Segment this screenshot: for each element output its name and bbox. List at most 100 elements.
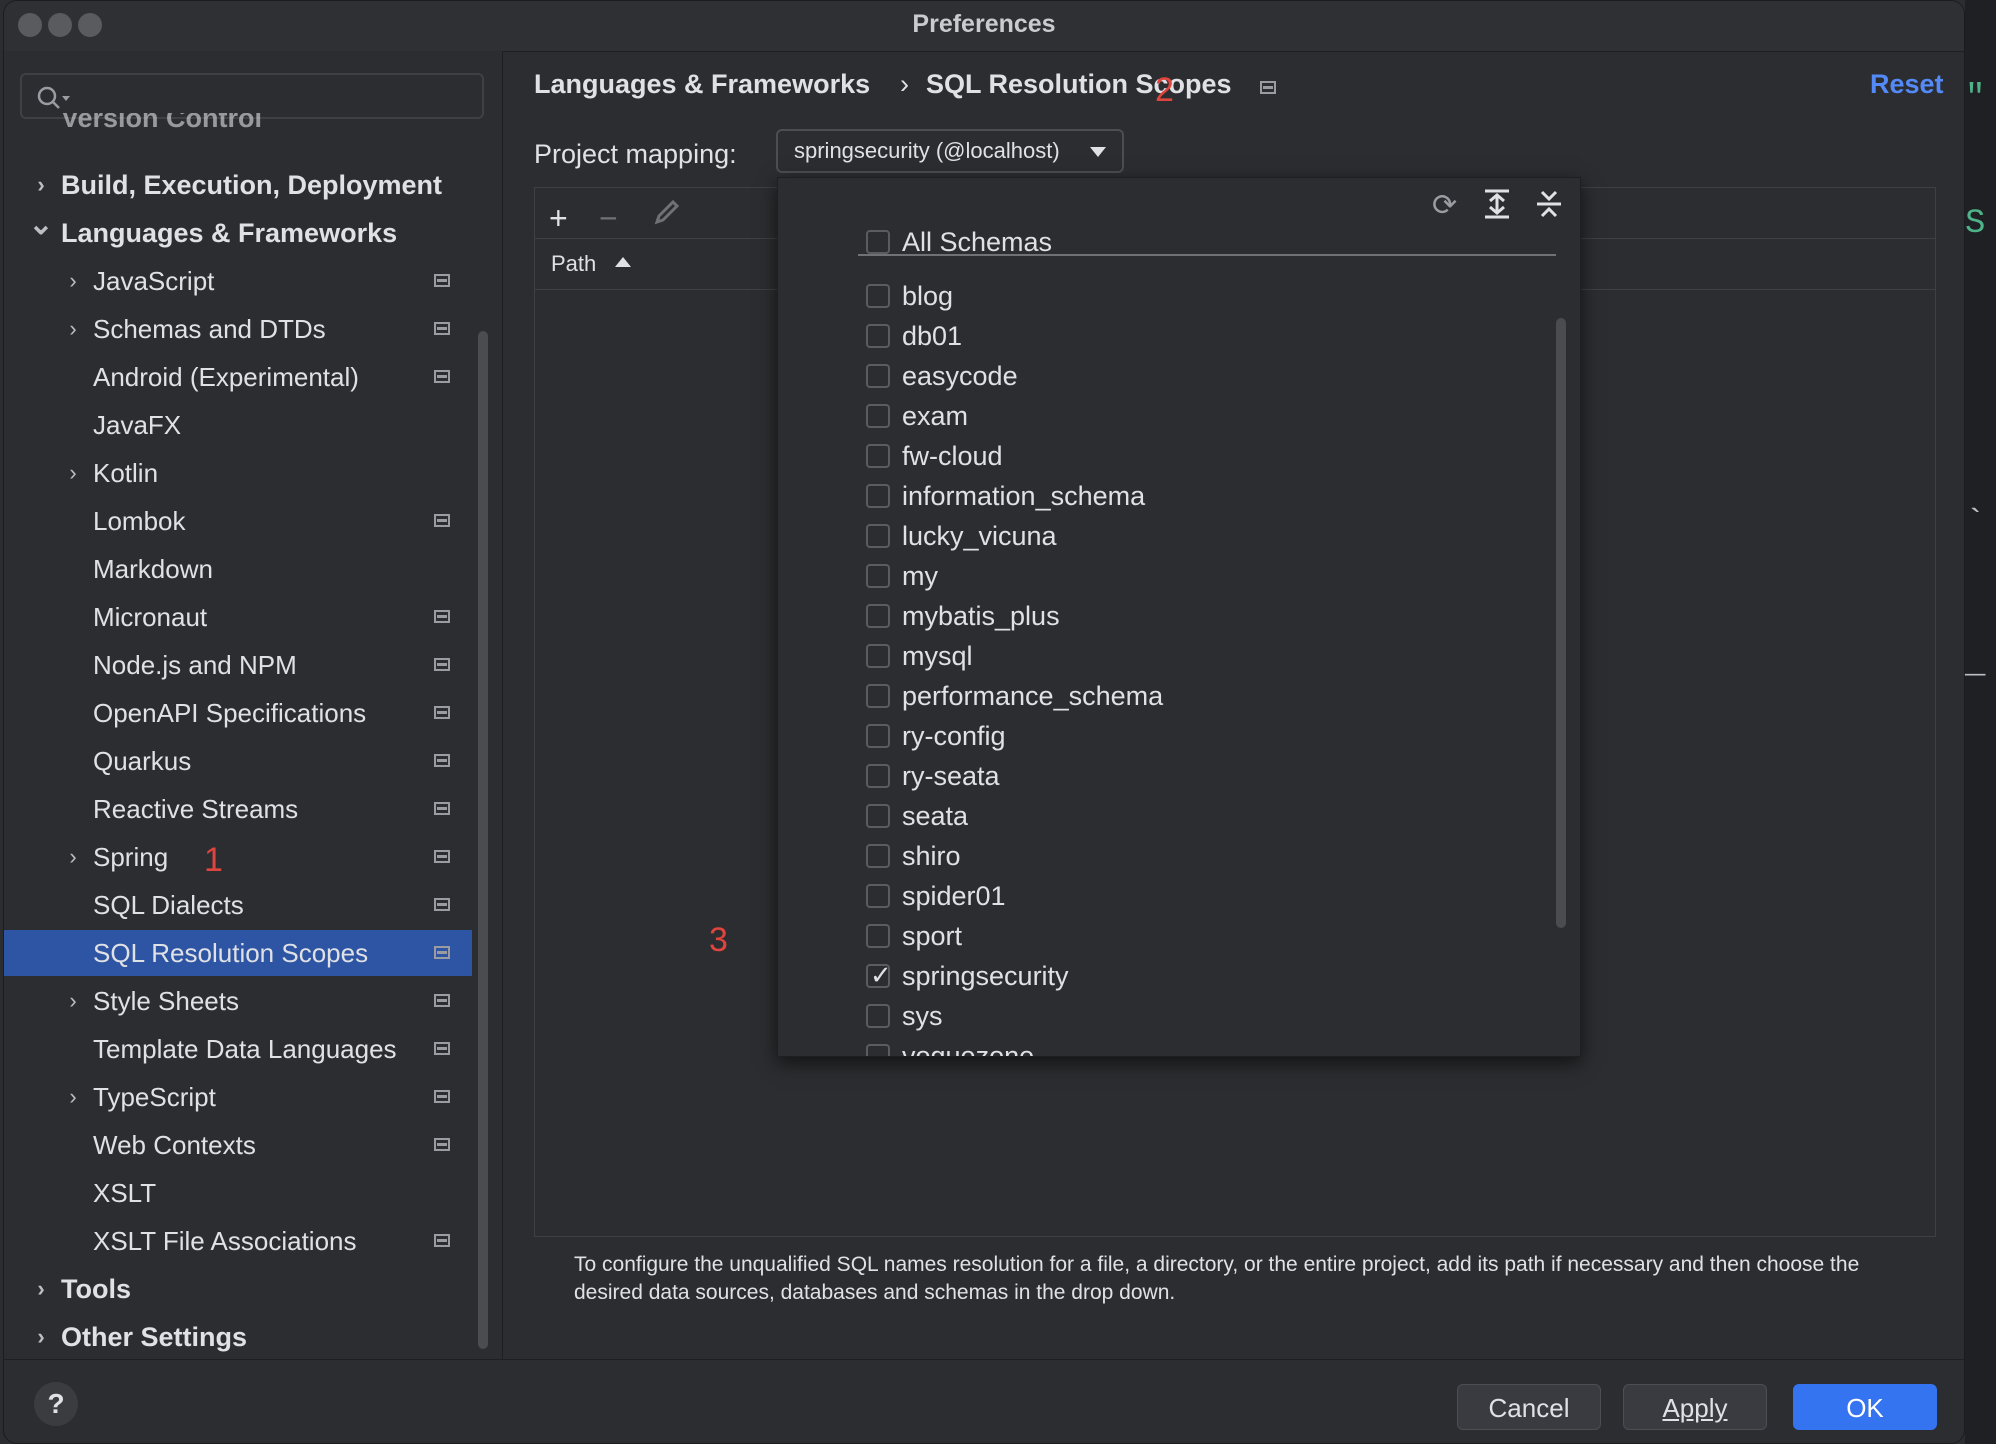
sidebar-item-quarkus[interactable]: Quarkus bbox=[4, 738, 472, 784]
sidebar-item-node-js-and-npm[interactable]: Node.js and NPM bbox=[4, 642, 472, 688]
sidebar-item-reactive-streams[interactable]: Reactive Streams bbox=[4, 786, 472, 832]
sidebar-item-label: Quarkus bbox=[93, 746, 192, 776]
chevron-right-icon[interactable]: › bbox=[60, 978, 86, 1024]
edit-icon[interactable] bbox=[651, 196, 681, 238]
checkbox[interactable] bbox=[866, 230, 890, 254]
sidebar-item-schemas-and-dtds[interactable]: › Schemas and DTDs bbox=[4, 306, 472, 352]
project-level-icon bbox=[434, 706, 450, 719]
sidebar-item-template-data-languages[interactable]: Template Data Languages bbox=[4, 1026, 472, 1072]
sidebar-item-tools[interactable]: › Tools bbox=[4, 1266, 472, 1312]
refresh-icon[interactable]: ⟳ bbox=[1432, 188, 1457, 223]
chevron-right-icon[interactable]: › bbox=[28, 1266, 54, 1312]
project-level-icon bbox=[434, 274, 450, 287]
background-editor: " S ` _ bbox=[1965, 0, 1996, 1444]
sidebar-item-spring[interactable]: › Spring bbox=[4, 834, 472, 880]
sidebar-item-other-settings[interactable]: › Other Settings bbox=[4, 1314, 472, 1360]
collapse-all-icon[interactable] bbox=[1534, 188, 1564, 228]
project-level-icon bbox=[434, 898, 450, 911]
checkbox[interactable] bbox=[866, 564, 890, 588]
sidebar-item-languages-frameworks[interactable]: ⌄ Languages & Frameworks bbox=[4, 208, 472, 256]
settings-sidebar: Version Control › Build, Execution, Deploy… bbox=[4, 51, 503, 1359]
sidebar-item-web-contexts[interactable]: Web Contexts bbox=[4, 1122, 472, 1168]
breadcrumb-parent[interactable]: Languages & Frameworks bbox=[534, 69, 870, 100]
apply-button[interactable]: Apply bbox=[1623, 1384, 1767, 1430]
project-level-icon bbox=[434, 514, 450, 527]
help-button[interactable]: ? bbox=[34, 1382, 78, 1426]
title-bar: Preferences bbox=[4, 1, 1964, 52]
reset-link[interactable]: Reset bbox=[1870, 69, 1944, 100]
checkbox-checked[interactable] bbox=[866, 955, 892, 995]
sidebar-item-markdown[interactable]: Markdown bbox=[4, 546, 472, 592]
preferences-window: Preferences Version Control › Build, Execu… bbox=[3, 0, 1965, 1444]
sidebar-item-label: Node.js and NPM bbox=[93, 650, 297, 680]
sidebar-scrollbar[interactable] bbox=[478, 331, 488, 1349]
checkbox[interactable] bbox=[866, 884, 890, 908]
popup-scrollbar[interactable] bbox=[1556, 318, 1566, 928]
checkbox[interactable] bbox=[866, 524, 890, 548]
chevron-right-icon[interactable]: › bbox=[60, 258, 86, 304]
checkbox[interactable] bbox=[866, 404, 890, 428]
chevron-down-icon[interactable]: ⌄ bbox=[28, 202, 54, 248]
schema-label: mysql bbox=[902, 641, 973, 671]
checkbox[interactable] bbox=[866, 844, 890, 868]
expand-all-icon[interactable] bbox=[1482, 188, 1512, 228]
checkbox[interactable] bbox=[866, 324, 890, 348]
sidebar-item-label: JavaScript bbox=[93, 266, 215, 296]
checkbox[interactable] bbox=[866, 284, 890, 308]
cancel-button[interactable]: Cancel bbox=[1457, 1384, 1601, 1430]
sidebar-item-javafx[interactable]: JavaFX bbox=[4, 402, 472, 448]
project-level-icon bbox=[434, 994, 450, 1007]
sidebar-item-build-execution-deployment[interactable]: › Build, Execution, Deployment bbox=[4, 162, 472, 208]
checkbox[interactable] bbox=[866, 604, 890, 628]
checkbox[interactable] bbox=[866, 764, 890, 788]
checkbox[interactable] bbox=[866, 724, 890, 748]
checkbox[interactable] bbox=[866, 804, 890, 828]
project-mapping-dropdown[interactable]: springsecurity (@localhost) bbox=[776, 129, 1124, 173]
schema-label: information_schema bbox=[902, 481, 1146, 511]
schema-label: sys bbox=[902, 1001, 943, 1031]
add-icon[interactable]: + bbox=[549, 200, 568, 237]
window-title: Preferences bbox=[912, 10, 1056, 38]
annotation-2: 2 bbox=[1155, 71, 1174, 109]
sidebar-item-kotlin[interactable]: › Kotlin bbox=[4, 450, 472, 496]
path-column-header[interactable]: Path bbox=[551, 251, 596, 277]
sidebar-item-lombok[interactable]: Lombok bbox=[4, 498, 472, 544]
project-level-icon bbox=[434, 370, 450, 383]
sidebar-item-xslt[interactable]: XSLT bbox=[4, 1170, 472, 1216]
remove-icon[interactable]: − bbox=[599, 200, 618, 237]
project-mapping-value: springsecurity (@localhost) bbox=[794, 138, 1060, 163]
sidebar-item-openapi-specifications[interactable]: OpenAPI Specifications bbox=[4, 690, 472, 736]
sidebar-item-label: Web Contexts bbox=[93, 1130, 256, 1160]
chevron-right-icon[interactable]: › bbox=[60, 834, 86, 880]
checkbox[interactable] bbox=[866, 364, 890, 388]
checkbox[interactable] bbox=[866, 1044, 890, 1056]
ok-button[interactable]: OK bbox=[1793, 1384, 1937, 1430]
sidebar-item-label: Android (Experimental) bbox=[93, 362, 359, 392]
sidebar-item-style-sheets[interactable]: › Style Sheets bbox=[4, 978, 472, 1024]
checkbox[interactable] bbox=[866, 484, 890, 508]
project-level-icon bbox=[434, 802, 450, 815]
schema-label: voguezone bbox=[902, 1041, 1035, 1057]
chevron-right-icon[interactable]: › bbox=[28, 1314, 54, 1360]
sidebar-item-sql-dialects[interactable]: SQL Dialects bbox=[4, 882, 472, 928]
sidebar-item-version-control[interactable]: Version Control bbox=[4, 113, 472, 135]
sidebar-item-xslt-file-associations[interactable]: XSLT File Associations bbox=[4, 1218, 472, 1264]
checkbox[interactable] bbox=[866, 684, 890, 708]
sidebar-item-label: Schemas and DTDs bbox=[93, 314, 326, 344]
sidebar-item-android-experimental[interactable]: Android (Experimental) bbox=[4, 354, 472, 400]
chevron-right-icon[interactable]: › bbox=[60, 306, 86, 352]
chevron-right-icon[interactable]: › bbox=[60, 1074, 86, 1120]
checkbox[interactable] bbox=[866, 1004, 890, 1028]
checkbox[interactable] bbox=[866, 924, 890, 948]
checkbox[interactable] bbox=[866, 644, 890, 668]
search-icon bbox=[37, 86, 70, 109]
sidebar-item-javascript[interactable]: › JavaScript bbox=[4, 258, 472, 304]
sidebar-item-micronaut[interactable]: Micronaut bbox=[4, 594, 472, 640]
schema-label: easycode bbox=[902, 361, 1018, 391]
chevron-right-icon[interactable]: › bbox=[60, 450, 86, 496]
sidebar-item-sql-resolution-scopes[interactable]: SQL Resolution Scopes bbox=[4, 930, 472, 976]
annotation-3: 3 bbox=[709, 921, 728, 959]
sidebar-item-typescript[interactable]: › TypeScript bbox=[4, 1074, 472, 1120]
project-level-icon bbox=[434, 1090, 450, 1103]
checkbox[interactable] bbox=[866, 444, 890, 468]
